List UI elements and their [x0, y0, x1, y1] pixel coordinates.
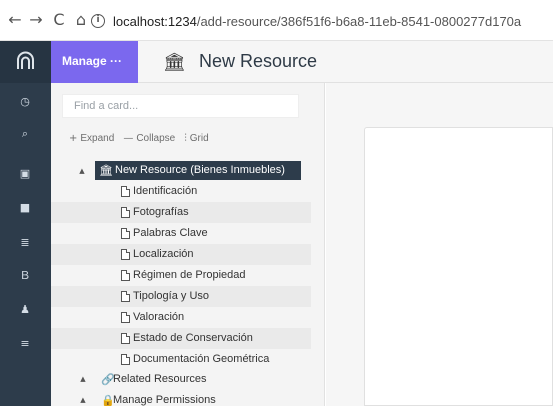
file-icon	[121, 249, 130, 260]
file-icon	[121, 186, 130, 197]
tree-item-label: Localización	[133, 248, 194, 260]
collapse-arrow-icon[interactable]: ▲	[77, 166, 87, 176]
collapse-button[interactable]: — Collapse	[123, 133, 175, 144]
tree-item-label: Documentación Geométrica	[133, 353, 270, 365]
root-bank-icon: 🏛	[99, 165, 113, 177]
find-card-placeholder: Find a card...	[74, 100, 139, 112]
menu-icon[interactable]: ≡	[18, 337, 32, 351]
tree-item-label: Estado de Conservación	[133, 332, 253, 344]
app-logo[interactable]	[0, 41, 51, 83]
tree-toolbar: + Expand — Collapse ⫶ Grid	[69, 133, 218, 144]
book-icon[interactable]: Ｂ	[18, 269, 32, 283]
file-icon	[121, 291, 130, 302]
file-icon	[121, 207, 130, 218]
url-path: /add-resource/386f51f6-b6a8-11eb-8541-08…	[196, 13, 522, 29]
reload-icon[interactable]: C	[50, 11, 68, 29]
manage-label[interactable]: Manage ···	[62, 54, 122, 68]
tree-root-node[interactable]: 🏛 New Resource (Bienes Inmuebles)	[95, 161, 301, 180]
back-arrow-icon[interactable]: ←	[6, 11, 24, 29]
browser-toolbar: ← → C ⌂ i localhost:1234/add-resource/38…	[0, 0, 553, 41]
forward-arrow-icon[interactable]: →	[27, 11, 45, 29]
tree-item-label: Tipología y Uso	[133, 290, 210, 302]
info-icon[interactable]: i	[91, 14, 105, 28]
tree-item-label: Régimen de Propiedad	[133, 269, 246, 281]
home-icon[interactable]: ⌂	[72, 11, 90, 29]
user-icon[interactable]: ♟	[18, 303, 32, 317]
address-bar[interactable]: i localhost:1234/add-resource/386f51f6-b…	[91, 11, 521, 31]
file-icon	[121, 333, 130, 344]
bookmark-icon[interactable]: ■	[18, 201, 32, 215]
manage-permissions-label[interactable]: Manage Permissions	[113, 394, 216, 406]
tree-root-label: New Resource (Bienes Inmuebles)	[115, 164, 285, 176]
tree-item-label: Palabras Clave	[133, 227, 208, 239]
content-card	[364, 127, 553, 406]
table-icon[interactable]: ≣	[18, 236, 32, 250]
file-icon[interactable]: ▣	[18, 167, 32, 181]
related-resources-label[interactable]: Related Resources	[113, 373, 207, 385]
arches-logo-icon	[17, 51, 34, 69]
file-icon	[121, 354, 130, 365]
manage-permissions-arrow-icon[interactable]: ▲	[78, 395, 88, 405]
file-icon	[121, 312, 130, 323]
tree-item-label: Fotografías	[133, 206, 189, 218]
tree-item-label: Valoración	[133, 311, 185, 323]
tree-item-label: Identificación	[133, 185, 198, 197]
grid-button[interactable]: ⫶ Grid	[184, 133, 208, 144]
url-host: localhost:1234	[113, 13, 197, 29]
related-resources-arrow-icon[interactable]: ▲	[78, 374, 88, 384]
page-title: New Resource	[199, 51, 318, 71]
expand-button[interactable]: + Expand	[69, 133, 114, 144]
file-icon	[121, 228, 130, 239]
file-icon	[121, 270, 130, 281]
clock-icon[interactable]: ◷	[18, 95, 32, 109]
search-icon[interactable]: ⌕	[18, 127, 32, 141]
bank-icon: 🏛	[163, 52, 186, 73]
